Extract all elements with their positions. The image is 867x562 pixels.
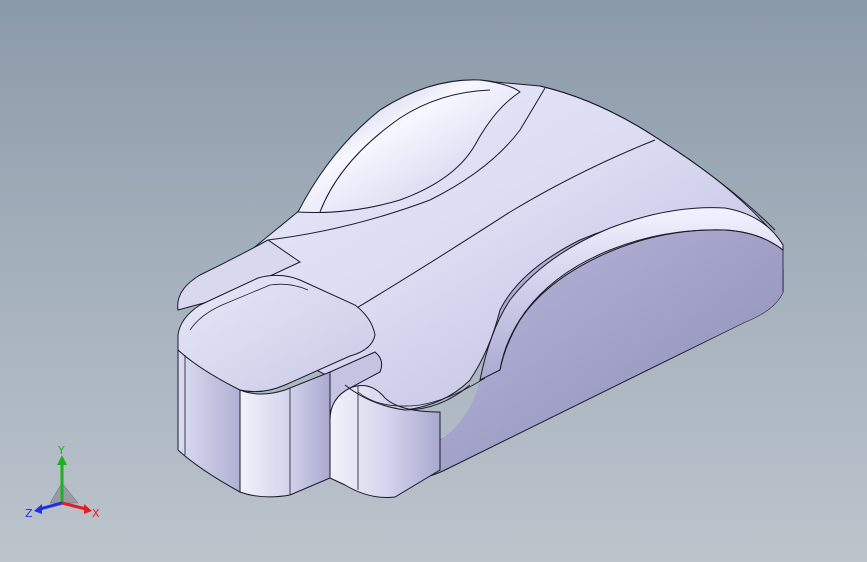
3d-model-view[interactable]	[0, 0, 867, 562]
triad-z-axis	[39, 501, 63, 511]
triad-cone-base	[49, 482, 79, 504]
coordinate-triad: Y X Z	[25, 445, 100, 520]
triad-x-label: X	[92, 507, 100, 520]
triad-y-label: Y	[57, 445, 65, 457]
x-arrow-icon	[84, 504, 92, 514]
z-arrow-icon	[34, 504, 42, 514]
graphics-viewport[interactable]: Y X Z	[0, 0, 867, 562]
triad-x-axis	[61, 501, 87, 511]
triad-z-label: Z	[25, 507, 33, 520]
